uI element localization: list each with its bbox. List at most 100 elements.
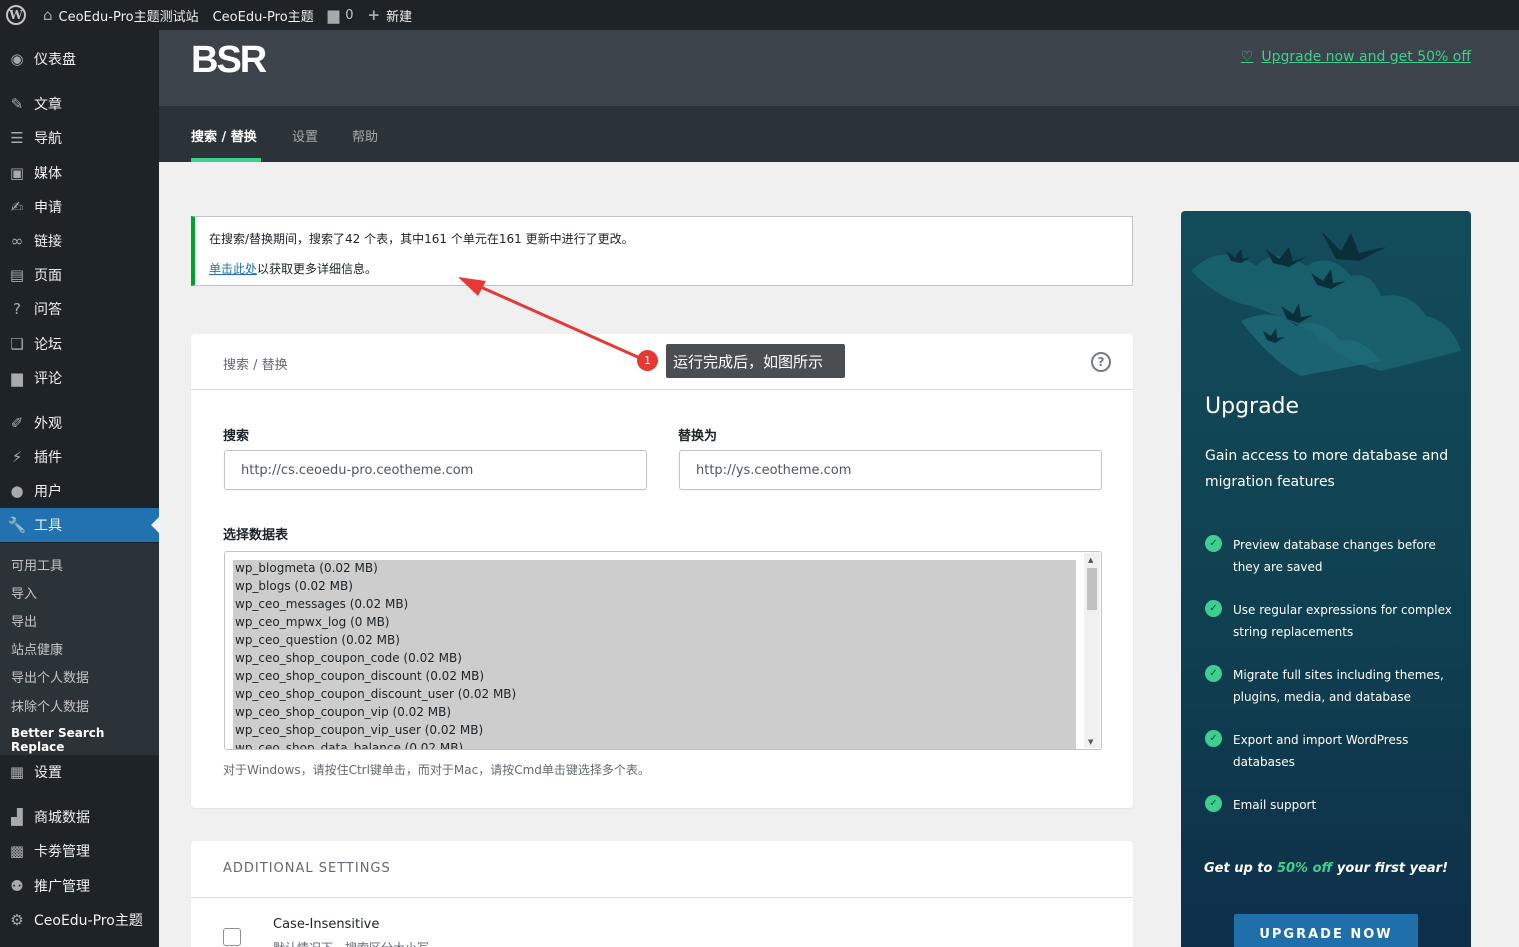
upgrade-link[interactable]: ♡ Upgrade now and get 50% off <box>1241 49 1471 65</box>
comment-icon: ▆ <box>11 369 23 387</box>
tables-multiselect[interactable]: wp_blogmeta (0.02 MB) wp_blogs (0.02 MB)… <box>224 551 1102 750</box>
tables-label: 选择数据表 <box>223 528 289 543</box>
table-option[interactable]: wp_ceo_shop_coupon_discount_user (0.02 M… <box>235 687 516 701</box>
theme-link-label: CeoEdu-Pro主题 <box>212 9 314 25</box>
table-option[interactable]: wp_ceo_shop_coupon_vip (0.02 MB) <box>235 705 451 719</box>
sidebar-item-navigation[interactable]: ☰ 导航 <box>0 121 159 155</box>
wordpress-logo-button[interactable]: W <box>0 0 33 30</box>
submenu-item-available-tools[interactable]: 可用工具 <box>11 555 63 574</box>
wrench-icon: 🔧 <box>7 516 27 534</box>
sidebar-item-settings[interactable]: ▦ 设置 <box>0 755 159 789</box>
sidebar-item-forum[interactable]: ❏ 论坛 <box>0 327 159 361</box>
sidebar-item-media[interactable]: ▣ 媒体 <box>0 156 159 190</box>
annotation-badge: 1 <box>637 350 658 371</box>
check-icon: ✓ <box>1205 665 1222 682</box>
table-option[interactable]: wp_ceo_question (0.02 MB) <box>235 633 400 647</box>
case-insensitive-checkbox[interactable] <box>223 928 241 946</box>
submenu-item-export-personal-data[interactable]: 导出个人数据 <box>11 667 89 686</box>
submenu-item-site-health[interactable]: 站点健康 <box>11 639 63 658</box>
upgrade-now-button[interactable]: UPGRADE NOW <box>1234 914 1418 947</box>
sidebar-item-label: 插件 <box>34 450 62 466</box>
table-option[interactable]: wp_ceo_shop_data_balance (0.02 MB) <box>235 741 463 749</box>
feature-text: Use regular expressions for complex stri… <box>1233 603 1452 639</box>
comments-link[interactable]: ▆ 0 <box>321 0 361 30</box>
upgrade-panel: Upgrade Gain access to more database and… <box>1181 211 1471 947</box>
scroll-thumb[interactable] <box>1087 568 1097 610</box>
submenu-item-erase-personal-data[interactable]: 抹除个人数据 <box>11 696 89 715</box>
site-name-label: CeoEdu-Pro主题测试站 <box>58 9 199 25</box>
sidebar-item-theme-settings[interactable]: ⚙ CeoEdu-Pro主题 <box>0 903 159 937</box>
help-icon[interactable]: ? <box>1091 352 1111 372</box>
media-icon: ▣ <box>9 164 25 182</box>
store-icon: ▟ <box>11 808 23 826</box>
theme-link[interactable]: CeoEdu-Pro主题 <box>206 0 321 30</box>
sidebar-item-dashboard[interactable]: ◉ 仪表盘 <box>0 42 159 76</box>
additional-settings-title: ADDITIONAL SETTINGS <box>223 861 391 876</box>
new-content-button[interactable]: + 新建 <box>360 0 419 30</box>
gear-icon: ⚙ <box>10 911 24 929</box>
sidebar-item-pages[interactable]: ▤ 页面 <box>0 258 159 292</box>
menu-lines-icon: ☰ <box>10 129 24 147</box>
birds-illustration <box>1191 231 1461 376</box>
site-name-link[interactable]: ⌂ CeoEdu-Pro主题测试站 <box>33 0 206 30</box>
card-icon: ▩ <box>9 842 25 860</box>
check-icon: ✓ <box>1205 795 1222 812</box>
tab-search-replace[interactable]: 搜索 / 替换 <box>191 126 257 145</box>
search-input[interactable]: http://cs.ceoedu-pro.ceotheme.com <box>224 450 647 490</box>
sidebar-item-tools[interactable]: 🔧 工具 <box>0 508 159 542</box>
sidebar-item-comments[interactable]: ▆ 评论 <box>0 361 159 395</box>
new-label: 新建 <box>386 9 413 25</box>
multiselect-hint: 对于Windows，请按住Ctrl键单击，而对于Mac，请按Cmd单击键选择多个… <box>223 763 650 777</box>
tab-help[interactable]: 帮助 <box>352 126 378 145</box>
table-option[interactable]: wp_ceo_shop_coupon_vip_user (0.02 MB) <box>235 723 483 737</box>
table-option[interactable]: wp_ceo_mpwx_log (0 MB) <box>235 615 389 629</box>
sidebar-item-qa[interactable]: ? 问答 <box>0 292 159 326</box>
sidebar-item-links[interactable]: ∞ 链接 <box>0 224 159 258</box>
plugin-icon: ⚡ <box>11 448 23 466</box>
table-option[interactable]: wp_ceo_shop_coupon_discount (0.02 MB) <box>235 669 484 683</box>
sidebar-item-promotion[interactable]: ⚉ 推广管理 <box>0 869 159 903</box>
sidebar-item-plugins[interactable]: ⚡ 插件 <box>0 440 159 474</box>
sidebar-item-apply[interactable]: ✍ 申请 <box>0 190 159 224</box>
pin-icon: ✎ <box>10 95 24 113</box>
sidebar-item-store-data[interactable]: ▟ 商城数据 <box>0 800 159 834</box>
submenu-item-export[interactable]: 导出 <box>11 611 37 630</box>
feature-item: ✓ Export and import WordPress databases <box>1205 729 1455 773</box>
page-icon: ▤ <box>9 266 25 284</box>
sidebar-item-label: 页面 <box>34 268 62 284</box>
scroll-up-arrow-icon[interactable]: ▲ <box>1088 556 1093 564</box>
sidebar-item-label: 链接 <box>34 234 62 250</box>
scroll-down-arrow-icon[interactable]: ▼ <box>1088 738 1093 746</box>
tables-scrollbar[interactable]: ▲ ▼ <box>1084 553 1100 748</box>
promo-suffix: your first year! <box>1332 861 1449 876</box>
table-option[interactable]: wp_ceo_messages (0.02 MB) <box>235 597 408 611</box>
submenu-item-import[interactable]: 导入 <box>11 583 37 602</box>
table-option[interactable]: wp_blogmeta (0.02 MB) <box>235 561 378 575</box>
sidebar-item-users[interactable]: ● 用户 <box>0 474 159 508</box>
case-insensitive-label: Case-Insensitive <box>273 917 380 932</box>
admin-bar: W ⌂ CeoEdu-Pro主题测试站 CeoEdu-Pro主题 ▆ 0 + 新… <box>0 0 1519 30</box>
divider <box>191 897 1133 898</box>
sidebar-item-posts[interactable]: ✎ 文章 <box>0 87 159 121</box>
replace-input[interactable]: http://ys.ceotheme.com <box>679 450 1102 490</box>
table-option[interactable]: wp_blogs (0.02 MB) <box>235 579 353 593</box>
sidebar-item-card-management[interactable]: ▩ 卡劵管理 <box>0 834 159 868</box>
sidebar-item-label: 卡劵管理 <box>34 844 90 860</box>
sidebar-item-label: 论坛 <box>34 337 62 353</box>
sidebar-item-appearance[interactable]: ✐ 外观 <box>0 406 159 440</box>
feature-text: Migrate full sites including themes, plu… <box>1233 668 1444 704</box>
replace-label: 替换为 <box>678 429 718 444</box>
brush-icon: ✐ <box>10 414 24 432</box>
plugin-tabs: 搜索 / 替换 设置 帮助 <box>159 106 1519 162</box>
sidebar-item-label: 用户 <box>34 484 62 500</box>
plugin-header: BSR ♡ Upgrade now and get 50% off <box>159 30 1519 106</box>
submenu-item-better-search-replace[interactable]: Better Search Replace <box>11 726 159 754</box>
table-option[interactable]: wp_ceo_shop_coupon_code (0.02 MB) <box>235 651 462 665</box>
settings-icon: ▦ <box>9 763 25 781</box>
tab-settings[interactable]: 设置 <box>292 126 318 145</box>
details-link[interactable]: 单击此处 <box>209 262 257 276</box>
search-label: 搜索 <box>223 429 250 444</box>
card-title: 搜索 / 替换 <box>223 358 288 373</box>
sidebar-item-label: 文章 <box>34 97 62 113</box>
feature-item: ✓ Email support <box>1205 794 1455 816</box>
